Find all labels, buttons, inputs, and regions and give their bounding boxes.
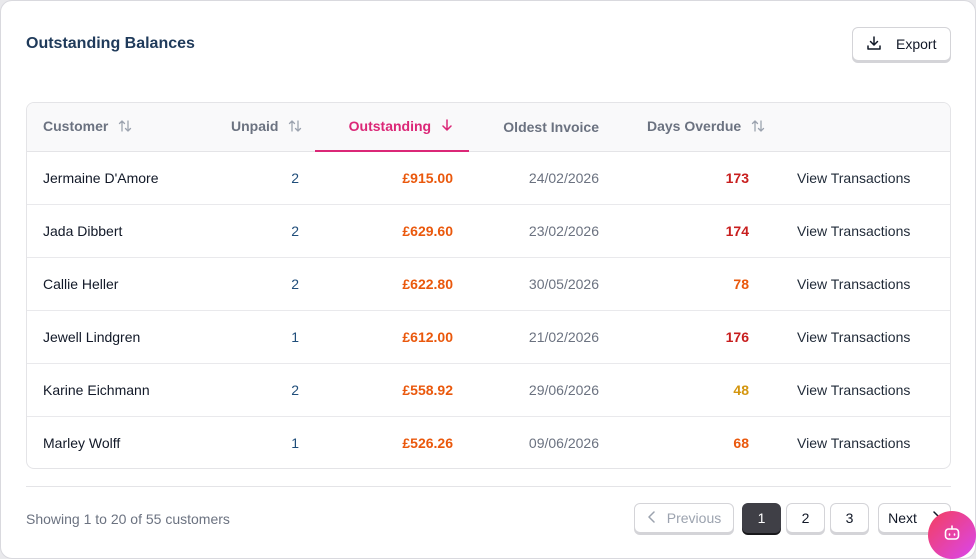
page-button-2[interactable]: 2: [786, 503, 825, 533]
table-row: Jermaine D'Amore 2 £915.00 24/02/2026 173 Vie…: [27, 151, 950, 204]
customer-name: Jewell Lindgren: [43, 328, 141, 345]
oldest-invoice-date: 21/02/2026: [528, 328, 599, 345]
sort-icon: [118, 119, 132, 136]
sort-icon: [288, 119, 302, 136]
oldest-invoice-date: 30/05/2026: [528, 275, 599, 292]
page-button-3[interactable]: 3: [830, 503, 869, 533]
column-header-customer[interactable]: Customer: [27, 103, 215, 151]
download-icon: [866, 35, 882, 54]
export-label: Export: [896, 36, 937, 52]
days-overdue: 78: [733, 275, 749, 292]
view-transactions-link[interactable]: View Transactions: [765, 310, 950, 363]
customer-name: Jada Dibbert: [43, 222, 123, 239]
pagination-summary: Showing 1 to 20 of 55 customers: [26, 511, 230, 527]
days-overdue: 174: [725, 222, 749, 239]
view-transactions-link[interactable]: View Transactions: [765, 416, 950, 468]
view-transactions-link[interactable]: View Transactions: [765, 363, 950, 416]
table-row: Jada Dibbert 2 £629.60 23/02/2026 174 View Tr…: [27, 204, 950, 257]
customer-name: Callie Heller: [43, 275, 119, 292]
days-overdue: 68: [733, 434, 749, 451]
column-header-actions: [765, 103, 950, 151]
column-header-days-overdue[interactable]: Days Overdue: [615, 103, 765, 151]
sort-icon: [751, 119, 765, 136]
export-button[interactable]: Export: [852, 27, 951, 61]
customer-name: Marley Wolff: [43, 434, 121, 451]
arrow-down-icon: [441, 118, 453, 135]
oldest-invoice-date: 23/02/2026: [528, 222, 599, 239]
assistant-bot-button[interactable]: [928, 511, 976, 559]
bot-icon: [942, 523, 962, 548]
outstanding-amount: £612.00: [402, 328, 453, 345]
outstanding-amount: £622.80: [402, 275, 453, 292]
page-button-1[interactable]: 1: [742, 503, 781, 533]
previous-page-button[interactable]: Previous: [634, 503, 734, 533]
view-transactions-link[interactable]: View Transactions: [765, 204, 950, 257]
table-row: Karine Eichmann 2 £558.92 29/06/2026 48 View …: [27, 363, 950, 416]
table-row: Jewell Lindgren 1 £612.00 21/02/2026 176 View…: [27, 310, 950, 363]
balances-card: Outstanding Balances Export Customer Unp…: [0, 0, 976, 559]
table-row: Marley Wolff 1 £526.26 09/06/2026 68 View Tra…: [27, 416, 950, 468]
unpaid-count: 2: [291, 169, 299, 186]
table-body: Jermaine D'Amore 2 £915.00 24/02/2026 173 Vie…: [27, 151, 950, 468]
unpaid-count: 2: [291, 381, 299, 398]
table-header-row: Customer Unpaid Outstanding Oldest Invoi…: [27, 103, 950, 152]
chevron-left-icon: [647, 510, 657, 526]
view-transactions-link[interactable]: View Transactions: [765, 257, 950, 310]
unpaid-count: 1: [291, 434, 299, 451]
customer-name: Karine Eichmann: [43, 381, 150, 398]
table-row: Callie Heller 2 £622.80 30/05/2026 78 View Tr…: [27, 257, 950, 310]
balances-table: Customer Unpaid Outstanding Oldest Invoi…: [26, 102, 951, 469]
outstanding-amount: £629.60: [402, 222, 453, 239]
oldest-invoice-date: 29/06/2026: [528, 381, 599, 398]
column-header-oldest-invoice: Oldest Invoice: [503, 118, 599, 135]
days-overdue: 48: [733, 381, 749, 398]
view-transactions-link[interactable]: View Transactions: [765, 151, 950, 204]
unpaid-count: 1: [291, 328, 299, 345]
outstanding-amount: £558.92: [402, 381, 453, 398]
days-overdue: 176: [725, 328, 749, 345]
outstanding-amount: £915.00: [402, 169, 453, 186]
column-header-unpaid[interactable]: Unpaid: [215, 103, 315, 151]
unpaid-count: 2: [291, 222, 299, 239]
page-title: Outstanding Balances: [26, 35, 195, 52]
footer-divider: [26, 486, 951, 487]
oldest-invoice-date: 24/02/2026: [528, 169, 599, 186]
oldest-invoice-date: 09/06/2026: [528, 434, 599, 451]
outstanding-amount: £526.26: [402, 434, 453, 451]
column-header-outstanding[interactable]: Outstanding: [315, 103, 469, 152]
customer-name: Jermaine D'Amore: [43, 169, 159, 186]
unpaid-count: 2: [291, 275, 299, 292]
days-overdue: 173: [725, 169, 749, 186]
